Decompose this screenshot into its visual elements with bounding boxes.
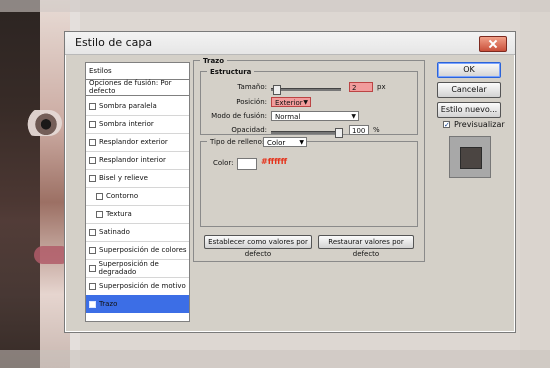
color-swatch[interactable] — [237, 158, 257, 170]
texture-label: Textura — [106, 210, 132, 218]
structure-group: Estructura Tamaño: 2 px Posición: Exteri… — [200, 68, 418, 138]
gradient-overlay-item[interactable]: Superposición de degradado — [86, 259, 189, 278]
set-default-button[interactable]: Establecer como valores por defecto — [204, 235, 312, 258]
drop-shadow-label: Sombra paralela — [99, 102, 157, 110]
size-unit: px — [377, 83, 386, 91]
position-select[interactable]: Exterior — [271, 97, 311, 108]
satin-item[interactable]: Satinado — [86, 223, 189, 242]
blending-options[interactable]: Opciones de fusión: Por defecto — [86, 79, 189, 96]
inner-shadow-checkbox[interactable] — [89, 120, 96, 128]
ok-button[interactable]: OK — [437, 62, 501, 78]
drop-shadow-item[interactable]: Sombra paralela — [86, 97, 189, 116]
background-stripe — [520, 0, 550, 368]
outer-glow-checkbox[interactable] — [89, 138, 96, 146]
structure-title: Estructura — [207, 68, 255, 76]
stroke-label: Trazo — [99, 300, 118, 308]
texture-checkbox[interactable] — [96, 210, 103, 218]
size-slider-thumb[interactable] — [273, 85, 281, 95]
size-input[interactable]: 2 — [349, 82, 373, 92]
bevel-emboss-item[interactable]: Bisel y relieve — [86, 169, 189, 188]
outer-glow-label: Resplandor exterior — [99, 138, 168, 146]
color-overlay-checkbox[interactable] — [89, 246, 96, 254]
position-row: Posición: Exterior — [211, 97, 411, 109]
fill-type-group: Tipo de relleno: Color Color: #ffffff — [200, 137, 418, 227]
stroke-panel: Trazo Estructura Tamaño: 2 px Posición: … — [193, 57, 425, 262]
preview-thumbnail — [449, 136, 491, 178]
fill-type-label: Tipo de relleno: — [207, 138, 268, 146]
dialog-actions: OK Cancelar Estilo nuevo... Previsualiza… — [437, 62, 507, 182]
opacity-unit: % — [373, 126, 380, 134]
styles-header-label: Estilos — [89, 67, 112, 75]
color-overlay-item[interactable]: Superposición de colores — [86, 241, 189, 260]
satin-checkbox[interactable] — [89, 228, 96, 236]
stroke-panel-title: Trazo — [200, 57, 228, 65]
opacity-row: Opacidad: 100 % — [211, 125, 411, 138]
opacity-label: Opacidad: — [231, 126, 267, 134]
inner-shadow-label: Sombra interior — [99, 120, 154, 128]
size-label: Tamaño: — [237, 83, 267, 91]
styles-list: Estilos Opciones de fusión: Por defecto … — [85, 62, 190, 322]
background-stripe — [0, 0, 550, 12]
drop-shadow-checkbox[interactable] — [89, 102, 96, 110]
pattern-overlay-checkbox[interactable] — [89, 282, 96, 290]
opacity-input[interactable]: 100 — [349, 125, 369, 135]
title-bar: Estilo de capa — [65, 32, 515, 55]
texture-item[interactable]: Textura — [86, 205, 189, 224]
preview-square — [460, 147, 482, 169]
satin-label: Satinado — [99, 228, 130, 236]
inner-glow-label: Resplandor interior — [99, 156, 166, 164]
blend-row: Modo de fusión: Normal — [211, 111, 411, 123]
layer-style-dialog: Estilo de capa Estilos Opciones de fusió… — [64, 31, 516, 333]
contour-item[interactable]: Contorno — [86, 187, 189, 206]
background-eye — [22, 110, 62, 136]
bevel-emboss-checkbox[interactable] — [89, 174, 96, 182]
window-title: Estilo de capa — [75, 36, 153, 49]
reset-default-button[interactable]: Restaurar valores por defecto — [318, 235, 414, 258]
background-hair — [0, 0, 40, 368]
inner-shadow-item[interactable]: Sombra interior — [86, 115, 189, 134]
close-button[interactable] — [479, 36, 507, 52]
new-style-button[interactable]: Estilo nuevo... — [437, 102, 501, 118]
bevel-emboss-label: Bisel y relieve — [99, 174, 148, 182]
color-overlay-label: Superposición de colores — [99, 246, 187, 254]
contour-label: Contorno — [106, 192, 139, 200]
inner-glow-checkbox[interactable] — [89, 156, 96, 164]
pattern-overlay-label: Superposición de motivo — [99, 282, 186, 290]
gradient-overlay-checkbox[interactable] — [89, 264, 96, 272]
pattern-overlay-item[interactable]: Superposición de motivo — [86, 277, 189, 296]
stroke-item[interactable]: Trazo — [86, 295, 189, 313]
outer-glow-item[interactable]: Resplandor exterior — [86, 133, 189, 152]
position-label: Posición: — [236, 98, 267, 106]
contour-checkbox[interactable] — [96, 192, 103, 200]
blend-select[interactable]: Normal — [271, 111, 359, 122]
color-label: Color: — [213, 159, 234, 167]
gradient-overlay-label: Superposición de degradado — [98, 260, 159, 276]
color-hex: #ffffff — [261, 157, 288, 166]
styles-header[interactable]: Estilos — [86, 63, 189, 80]
size-slider[interactable] — [271, 85, 341, 95]
preview-checkbox[interactable] — [443, 121, 450, 128]
inner-glow-item[interactable]: Resplandor interior — [86, 151, 189, 170]
background-stripe — [0, 350, 550, 368]
stroke-checkbox[interactable] — [89, 300, 96, 308]
blend-label: Modo de fusión: — [211, 112, 267, 120]
size-row: Tamaño: 2 px — [211, 82, 411, 95]
preview-label: Previsualizar — [454, 120, 505, 129]
cancel-button[interactable]: Cancelar — [437, 82, 501, 98]
blending-options-label: Opciones de fusión: Por defecto — [89, 79, 172, 95]
preview-row: Previsualizar — [443, 120, 505, 129]
fill-type-select[interactable]: Color — [263, 137, 307, 148]
opacity-slider[interactable] — [271, 128, 343, 138]
opacity-slider-thumb[interactable] — [335, 128, 343, 138]
color-row: Color: #ffffff — [211, 157, 411, 170]
